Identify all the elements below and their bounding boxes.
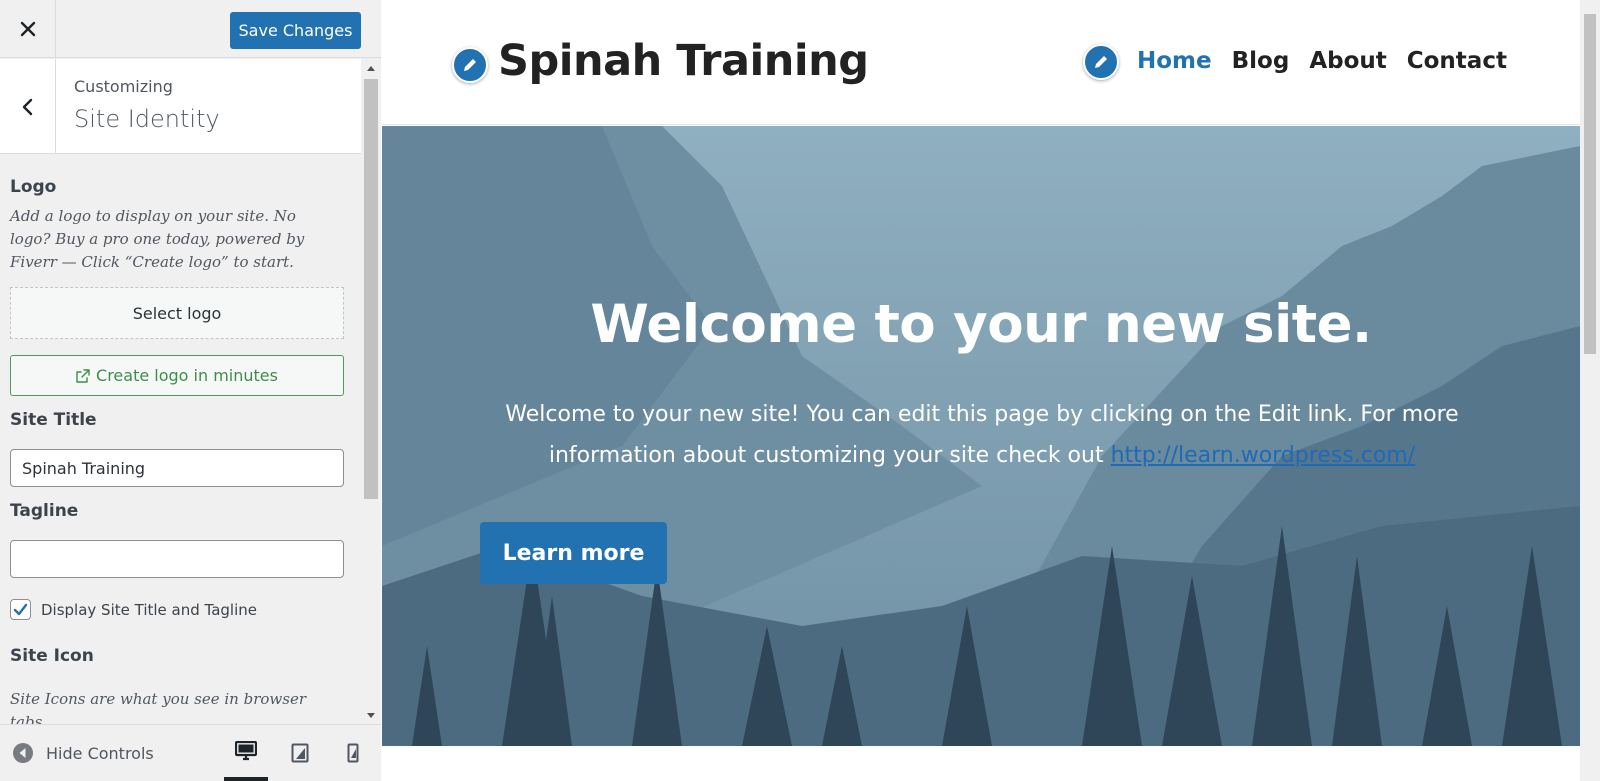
select-logo-button[interactable]: Select logo bbox=[10, 287, 344, 339]
scroll-up-arrow[interactable] bbox=[361, 59, 381, 77]
main-navigation: Home Blog About Contact bbox=[1137, 48, 1527, 74]
customizer-sidebar: Save Changes Customizing Site Identity L… bbox=[0, 0, 381, 781]
edit-site-title-shortcut[interactable] bbox=[452, 47, 488, 83]
logo-label: Logo bbox=[10, 177, 57, 197]
pencil-icon bbox=[464, 59, 476, 71]
hero-title: Welcome to your new site. bbox=[590, 294, 1372, 355]
close-icon bbox=[20, 21, 35, 37]
site-header: Spinah Training Home Blog About Contact bbox=[382, 0, 1580, 125]
sidebar-scrollbar[interactable] bbox=[361, 59, 381, 724]
sidebar-scrollbar-thumb[interactable] bbox=[364, 79, 378, 499]
learn-wordpress-link[interactable]: http://learn.wordpress.com/ bbox=[1111, 443, 1416, 468]
edit-menu-shortcut[interactable] bbox=[1083, 44, 1119, 80]
create-logo-label: Create logo in minutes bbox=[96, 366, 278, 385]
customizer-footer: Hide Controls bbox=[0, 724, 381, 781]
tagline-input[interactable] bbox=[10, 540, 344, 578]
checkbox-box[interactable] bbox=[10, 599, 31, 620]
site-preview: Spinah Training Home Blog About Contact bbox=[382, 0, 1600, 781]
desktop-icon bbox=[235, 741, 257, 761]
tagline-label: Tagline bbox=[10, 501, 79, 521]
nav-item-about[interactable]: About bbox=[1309, 48, 1386, 74]
triangle-down-icon bbox=[367, 712, 375, 718]
chevron-left-icon bbox=[22, 98, 32, 115]
section-title: Site Identity bbox=[74, 105, 220, 133]
back-button[interactable] bbox=[0, 59, 56, 154]
display-title-tagline-checkbox[interactable]: Display Site Title and Tagline bbox=[10, 599, 257, 620]
mobile-icon bbox=[347, 743, 359, 763]
site-icon-label: Site Icon bbox=[10, 646, 94, 666]
site-title-input[interactable] bbox=[10, 449, 344, 487]
pencil-icon bbox=[1095, 56, 1107, 68]
preview-tablet-button[interactable] bbox=[278, 725, 322, 781]
nav-item-blog[interactable]: Blog bbox=[1232, 48, 1290, 74]
external-link-icon bbox=[76, 368, 90, 383]
breadcrumb: Customizing bbox=[74, 77, 173, 96]
triangle-up-icon bbox=[367, 65, 375, 71]
tablet-icon bbox=[291, 743, 309, 763]
display-title-tagline-label: Display Site Title and Tagline bbox=[41, 600, 257, 619]
collapse-arrow-icon bbox=[13, 743, 33, 763]
nav-item-home[interactable]: Home bbox=[1137, 48, 1212, 74]
customizer-header: Save Changes bbox=[0, 0, 381, 58]
preview-scrollbar[interactable] bbox=[1580, 0, 1600, 781]
section-header: Customizing Site Identity bbox=[0, 59, 361, 154]
learn-more-button[interactable]: Learn more bbox=[480, 522, 667, 584]
site-title-label: Site Title bbox=[10, 410, 97, 430]
logo-description: Add a logo to display on your site. No l… bbox=[10, 207, 305, 271]
nav-item-contact[interactable]: Contact bbox=[1407, 48, 1507, 74]
checkmark-icon bbox=[13, 603, 28, 616]
create-logo-button[interactable]: Create logo in minutes bbox=[10, 355, 344, 396]
site-icon-description: Site Icons are what you see in browser t… bbox=[10, 690, 306, 724]
hero-text: Welcome to your new site! You can edit t… bbox=[492, 394, 1472, 476]
close-customizer-button[interactable] bbox=[0, 0, 56, 58]
preview-mobile-button[interactable] bbox=[331, 725, 375, 781]
customizer-controls-panel: Customizing Site Identity Logo Add a log… bbox=[0, 59, 381, 724]
site-title[interactable]: Spinah Training bbox=[498, 36, 869, 86]
hide-controls-button[interactable]: Hide Controls bbox=[12, 725, 154, 781]
preview-scrollbar-thumb[interactable] bbox=[1584, 14, 1596, 354]
hero-section: Welcome to your new site. Welcome to you… bbox=[382, 126, 1580, 746]
scroll-down-arrow[interactable] bbox=[361, 706, 381, 724]
hide-controls-label: Hide Controls bbox=[46, 743, 154, 763]
save-changes-button[interactable]: Save Changes bbox=[230, 12, 361, 49]
preview-desktop-button[interactable] bbox=[224, 725, 268, 781]
